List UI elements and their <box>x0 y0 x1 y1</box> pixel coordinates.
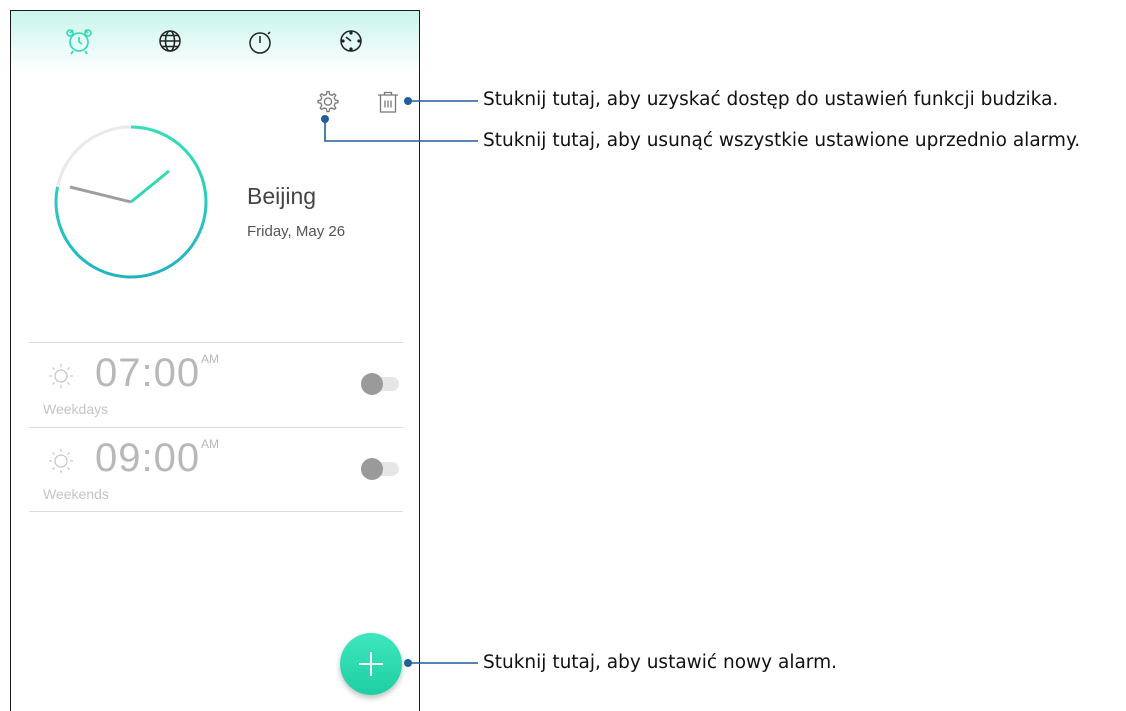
callout-dot <box>404 97 412 105</box>
callout-settings-text: Stuknij tutaj, aby uzyskać dostęp do ust… <box>483 89 1059 110</box>
callout-add-text: Stuknij tutaj, aby ustawić nowy alarm. <box>483 652 837 673</box>
callout-line-settings <box>324 119 478 142</box>
callout-dot <box>404 659 412 667</box>
callout-dot <box>321 115 329 123</box>
callout-delete-text: Stuknij tutaj, aby usunąć wszystkie usta… <box>483 130 1081 151</box>
